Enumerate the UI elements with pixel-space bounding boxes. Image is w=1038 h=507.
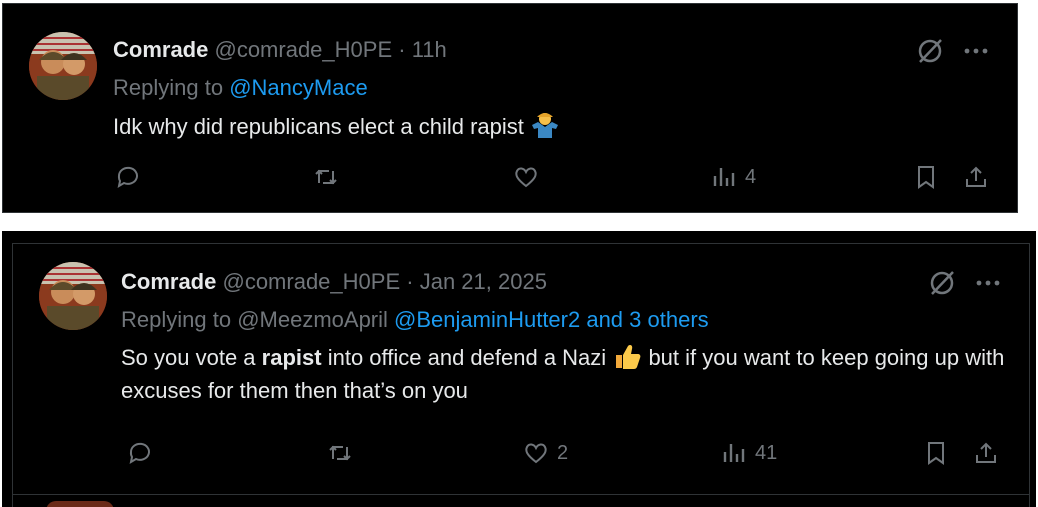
post-panel-1: Comrade @comrade_H0PE · 11h Replying to … (2, 3, 1018, 213)
post-timestamp[interactable]: 11h (412, 37, 447, 62)
grok-slash-icon[interactable] (927, 268, 957, 298)
bookmark-icon (928, 442, 944, 465)
post-text-part: into office and defend a Nazi (327, 345, 607, 370)
replying-to: Replying to @MeezmoApril @BenjaminHutter… (121, 307, 709, 333)
heart-icon (525, 443, 547, 464)
separator-dot: · (406, 269, 414, 294)
post-top-icons (927, 268, 1001, 298)
share-button[interactable] (963, 164, 989, 190)
separator-dot: · (398, 37, 406, 62)
reply-icon (117, 166, 138, 189)
user-handle[interactable]: @comrade_H0PE (222, 269, 400, 294)
post-text-bold: rapist (261, 345, 322, 370)
post-panel-2: Comrade @comrade_H0PE · Jan 21, 2025 Rep… (2, 231, 1036, 507)
action-bar: 4 (3, 164, 1017, 196)
replying-to-label: Replying to (121, 307, 232, 332)
mention-plain[interactable]: @MeezmoApril (237, 307, 388, 332)
post-card[interactable]: Comrade @comrade_H0PE · Jan 21, 2025 Rep… (12, 243, 1030, 507)
more-options-icon[interactable] (975, 279, 1001, 287)
post-text: Idk why did republicans elect a child ra… (113, 110, 560, 143)
grok-slash-icon[interactable] (915, 36, 945, 66)
repost-button[interactable] (327, 440, 361, 466)
user-handle[interactable]: @comrade_H0PE (214, 37, 392, 62)
like-button[interactable]: 2 (523, 440, 568, 466)
mention-link[interactable]: @NancyMace (229, 75, 368, 100)
next-post-avatar (46, 501, 114, 507)
heart-icon (515, 167, 537, 188)
views-button[interactable]: 41 (721, 440, 777, 466)
bookmark-button[interactable] (913, 164, 939, 190)
reply-button[interactable] (115, 164, 149, 190)
mention-link[interactable]: @BenjaminHutter2 and 3 others (394, 307, 709, 332)
post-text-content: Idk why did republicans elect a child ra… (113, 114, 524, 139)
post-text-part: So you vote a (121, 345, 256, 370)
share-icon (966, 166, 986, 187)
share-button[interactable] (973, 440, 999, 466)
post-header: Comrade @comrade_H0PE · Jan 21, 2025 (121, 269, 547, 295)
post-divider (13, 494, 1029, 495)
views-count: 41 (755, 441, 778, 464)
reply-icon (129, 442, 150, 465)
replying-to-label: Replying to (113, 75, 224, 100)
post-header: Comrade @comrade_H0PE · 11h (113, 37, 447, 63)
views-count: 4 (745, 165, 757, 188)
avatar[interactable] (39, 262, 107, 330)
bookmark-icon (918, 166, 934, 189)
action-bar: 2 41 (13, 440, 1029, 472)
share-icon (976, 442, 996, 463)
repost-button[interactable] (313, 164, 347, 190)
bookmark-button[interactable] (923, 440, 949, 466)
post-top-icons (915, 36, 989, 66)
avatar[interactable] (29, 32, 97, 100)
thumbs-up-emoji (612, 342, 642, 370)
display-name[interactable]: Comrade (121, 269, 216, 294)
like-button[interactable] (513, 164, 547, 190)
repost-icon (315, 169, 337, 185)
post-card[interactable]: Comrade @comrade_H0PE · 11h Replying to … (3, 4, 1017, 212)
replying-to: Replying to @NancyMace (113, 75, 368, 101)
like-count: 2 (557, 441, 569, 464)
repost-icon (329, 445, 351, 461)
person-shrugging-emoji (530, 111, 560, 139)
post-text: So you vote a rapist into office and def… (121, 341, 1011, 407)
views-button[interactable]: 4 (711, 164, 756, 190)
reply-button[interactable] (127, 440, 161, 466)
views-icon (713, 168, 735, 186)
more-options-icon[interactable] (963, 47, 989, 55)
post-timestamp[interactable]: Jan 21, 2025 (420, 269, 547, 294)
display-name[interactable]: Comrade (113, 37, 208, 62)
views-icon (723, 444, 745, 462)
